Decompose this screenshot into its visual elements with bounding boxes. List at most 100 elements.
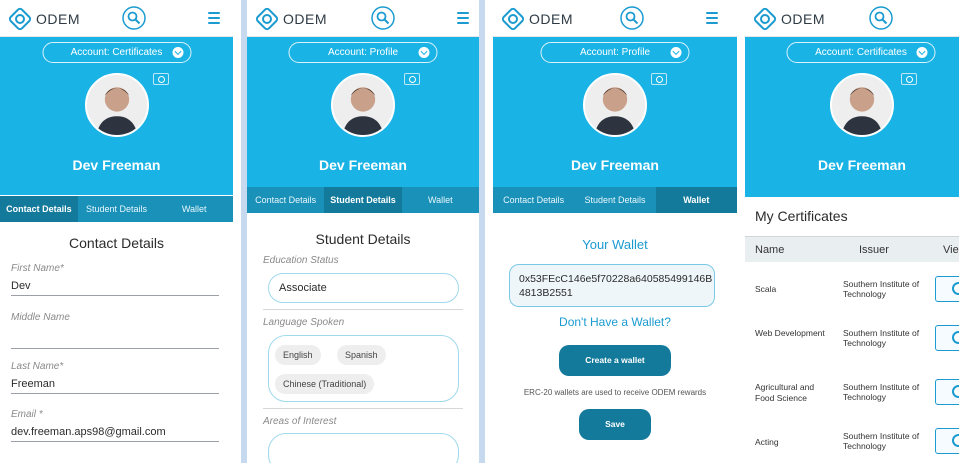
interest-label: Areas of Interest [263,416,337,427]
email-input[interactable]: dev.freeman.aps98@gmail.com [11,420,219,442]
account-selector-label: Account: Profile [327,47,399,58]
profile-header: Account: Profile Dev Freeman [493,37,737,187]
education-status-input[interactable]: Associate [268,273,459,303]
first-name-field[interactable]: First Name* Dev [11,263,219,296]
table-row[interactable]: Acting Southern Institute of Technology [745,428,959,463]
camera-icon[interactable] [651,73,667,85]
field-label: Last Name* [11,361,64,372]
profile-header: Account: Certificates Dev Freeman [0,37,233,195]
tab-student-details[interactable]: Student Details [574,187,655,213]
tab-contact-details[interactable]: Contact Details [493,187,574,213]
field-label: Middle Name [11,312,70,323]
search-icon[interactable] [371,6,395,30]
table-row[interactable]: Web Development Southern Institute of Te… [745,325,959,380]
wallet-title: Your Wallet [582,237,648,252]
odem-logo-icon [8,7,32,31]
language-chip[interactable]: English [275,345,321,365]
account-selector-label: Account: Certificates [70,47,163,58]
wallet-address-input[interactable]: 0x53FEcC146e5f70228a640585499146B4813B25… [509,264,715,307]
top-bar: ODEM [745,0,959,37]
tab-student-details[interactable]: Student Details [324,187,402,213]
certificates-table-header: Name Issuer Vie [745,236,959,262]
certificate-issuer: Southern Institute of Technology [843,328,920,348]
education-status-label: Education Status [263,255,339,266]
screen-wallet: ODEM Account: Profile Dev Freeman Contac… [493,0,737,463]
top-bar: ODEM [493,0,737,37]
account-selector[interactable]: Account: Certificates [42,42,191,63]
chevron-down-icon [916,47,928,58]
camera-icon[interactable] [153,73,169,85]
camera-icon[interactable] [404,73,420,85]
view-certificate-icon[interactable] [935,379,959,405]
tab-wallet[interactable]: Wallet [402,187,479,213]
menu-icon[interactable] [208,12,220,24]
email-field[interactable]: Email * dev.freeman.aps98@gmail.com [11,409,219,442]
tab-contact-details[interactable]: Contact Details [247,187,324,213]
brand-name: ODEM [781,11,825,27]
create-wallet-button[interactable]: Create a wallet [559,345,671,376]
certificate-issuer: Southern Institute of Technology [843,431,920,451]
certificates-title: My Certificates [755,208,848,224]
divider [263,408,463,409]
account-selector[interactable]: Account: Certificates [786,42,936,63]
chevron-down-icon [670,47,682,58]
top-bar: ODEM [0,0,233,37]
column-header-issuer: Issuer [859,244,889,256]
certificate-issuer: Southern Institute of Technology [843,382,920,402]
certificate-name: Agricultural and Food Science [755,382,815,403]
table-row[interactable]: Scala Southern Institute of Technology [745,276,959,331]
menu-icon[interactable] [706,12,718,24]
language-chip[interactable]: Chinese (Traditional) [275,374,375,394]
top-bar: ODEM [247,0,479,37]
profile-tabs: Contact Details Student Details Wallet [493,187,737,213]
last-name-field[interactable]: Last Name* Freeman [11,361,219,394]
last-name-input[interactable]: Freeman [11,372,219,394]
user-name: Dev Freeman [571,157,659,173]
search-icon[interactable] [122,6,146,30]
middle-name-input[interactable] [11,323,219,349]
user-name: Dev Freeman [72,157,161,173]
language-chip-box[interactable]: English Spanish Chinese (Traditional) [268,335,459,402]
brand-name: ODEM [36,11,80,27]
no-wallet-link[interactable]: Don't Have a Wallet? [493,315,737,329]
save-button[interactable]: Save [579,409,651,440]
field-label: Email * [11,409,43,420]
menu-icon[interactable] [457,12,469,24]
tab-student-details[interactable]: Student Details [78,196,156,222]
column-header-name: Name [755,244,785,256]
table-row[interactable]: Agricultural and Food Science Southern I… [745,379,959,434]
user-name: Dev Freeman [818,157,906,173]
middle-name-field[interactable]: Middle Name [11,312,219,349]
avatar [84,73,149,137]
tab-wallet[interactable]: Wallet [655,187,737,213]
search-icon[interactable] [620,6,644,30]
account-selector[interactable]: Account: Profile [540,42,690,63]
brand-name: ODEM [529,11,573,27]
interest-chip-box[interactable] [268,433,459,463]
camera-icon[interactable] [901,73,917,85]
wallet-note: ERC-20 wallets are used to receive ODEM … [523,388,707,397]
account-selector[interactable]: Account: Profile [288,42,438,63]
account-selector-label: Account: Profile [579,47,651,58]
chevron-down-icon [172,47,183,58]
view-certificate-icon[interactable] [935,276,959,302]
language-chip[interactable]: Spanish [337,345,386,365]
certificate-name: Web Development [755,328,825,338]
view-certificate-icon[interactable] [935,428,959,454]
profile-tabs: Contact Details Student Details Wallet [0,196,233,222]
view-certificate-icon[interactable] [935,325,959,351]
profile-header: Account: Profile Dev Freeman [247,37,479,187]
tab-contact-details[interactable]: Contact Details [0,196,78,222]
brand-name: ODEM [283,11,327,27]
chevron-down-icon [418,47,430,58]
field-label: First Name* [11,263,64,274]
tab-wallet[interactable]: Wallet [155,196,233,222]
avatar [331,73,395,137]
user-name: Dev Freeman [319,157,407,173]
odem-logo-icon [255,7,279,31]
section-title: Student Details [315,231,411,247]
search-icon[interactable] [869,6,893,30]
certificate-issuer: Southern Institute of Technology [843,279,920,299]
column-header-view: Vie [943,244,959,256]
first-name-input[interactable]: Dev [11,274,219,296]
